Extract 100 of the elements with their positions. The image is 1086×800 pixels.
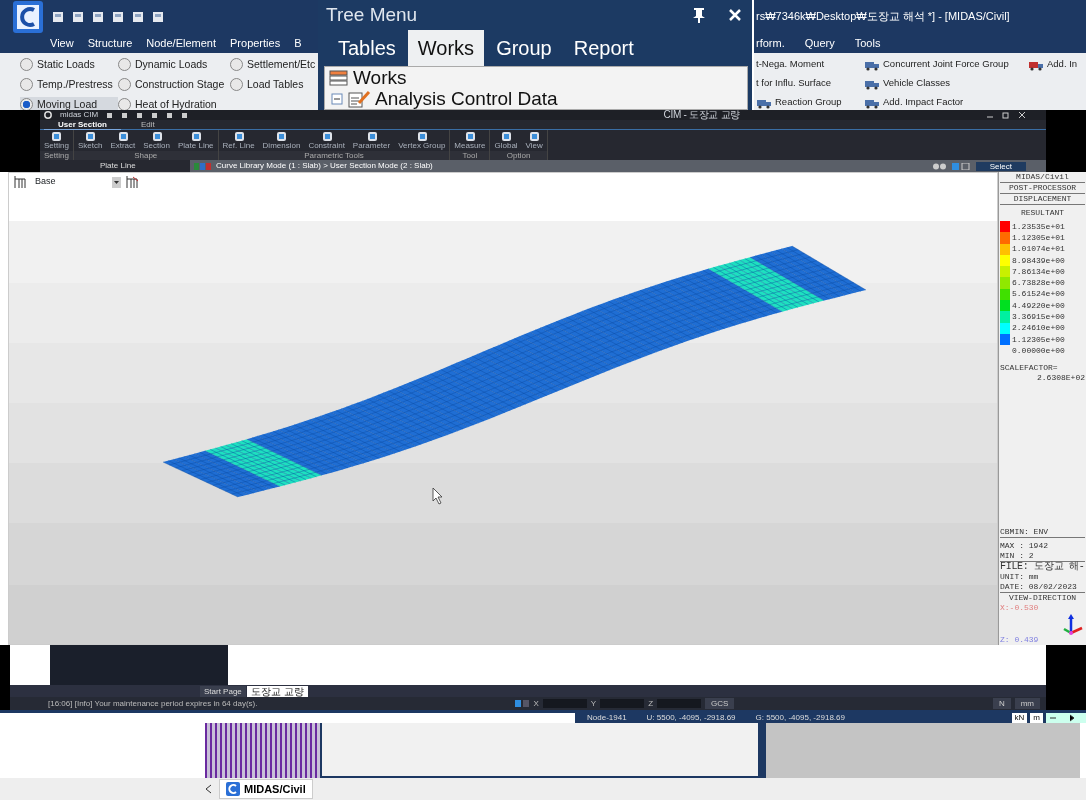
group-label: Tool bbox=[450, 151, 490, 160]
menu-item[interactable]: Tools bbox=[854, 34, 881, 52]
ribbon-button[interactable]: Setting bbox=[40, 130, 73, 151]
scroll-left-icon[interactable] bbox=[205, 784, 213, 794]
ribbon-button[interactable]: Global bbox=[490, 130, 522, 151]
document-tab[interactable]: 도장교 교량 bbox=[246, 686, 308, 697]
app-logo-icon[interactable] bbox=[44, 111, 52, 119]
tab[interactable]: Works bbox=[407, 30, 485, 66]
unit-dropdown[interactable]: kN bbox=[1011, 713, 1028, 723]
panel-title: Tree Menu bbox=[326, 2, 418, 27]
layer-icon[interactable] bbox=[13, 175, 27, 189]
menu-item[interactable]: Structure bbox=[87, 34, 133, 52]
menu-item[interactable]: B bbox=[294, 34, 302, 52]
unit-dropdown[interactable]: m bbox=[1030, 713, 1043, 723]
ribbon-button[interactable]: Dimension bbox=[258, 130, 305, 151]
local-coords: U: 5500, -4095, -2918.69 bbox=[646, 713, 736, 724]
snap-tools-icon[interactable] bbox=[1046, 713, 1086, 723]
menu-item[interactable]: View bbox=[50, 34, 74, 52]
pin-icon[interactable] bbox=[692, 7, 706, 23]
ribbon-button[interactable]: Extract bbox=[106, 130, 140, 151]
coord-system-dropdown[interactable]: GCS bbox=[705, 698, 735, 709]
layer-dropdown[interactable]: Base bbox=[31, 175, 121, 189]
tab[interactable]: Tables bbox=[328, 30, 406, 66]
tab[interactable]: Edit bbox=[126, 120, 169, 129]
tool-icon bbox=[416, 131, 427, 141]
group-label: Parametric Tools bbox=[218, 151, 450, 160]
info-line: DATE: 08/02/2023 bbox=[1000, 582, 1085, 593]
tool-label[interactable]: Concurrent Joint Force Group bbox=[883, 57, 1009, 72]
panel-title: Plate Line bbox=[99, 161, 137, 171]
legend-header: DISPLACEMENT bbox=[1000, 194, 1085, 205]
legend-value: 5.61524e+00 bbox=[1012, 289, 1065, 300]
legend-value: 1.12305e+01 bbox=[1012, 232, 1065, 243]
ribbon-button[interactable]: Parameter bbox=[348, 130, 395, 151]
force-unit-dropdown[interactable]: N bbox=[992, 698, 1011, 709]
ribbon-button[interactable]: Plate Line bbox=[173, 130, 218, 151]
coord-label: Z bbox=[648, 697, 654, 710]
legend-value: 4.49220e+00 bbox=[1012, 300, 1065, 311]
tool-label[interactable]: t for Influ. Surface bbox=[756, 76, 831, 91]
radio-button[interactable] bbox=[118, 78, 131, 92]
menu-item[interactable]: Node/Element bbox=[146, 34, 216, 52]
tab[interactable]: User Section bbox=[44, 119, 121, 130]
ribbon-button[interactable]: Constraint bbox=[304, 130, 349, 151]
scale-value: 2.6308E+02 bbox=[1036, 372, 1085, 383]
radio-button[interactable] bbox=[20, 58, 33, 72]
global-coords: G: 5500, -4095, -2918.69 bbox=[755, 713, 845, 724]
ribbon-button[interactable]: Sketch bbox=[73, 130, 107, 151]
radio-button[interactable] bbox=[230, 58, 243, 72]
legend-value: 2.24610e+00 bbox=[1012, 323, 1065, 334]
radio-button[interactable] bbox=[118, 97, 131, 110]
legend-value: 1.12305e+00 bbox=[1012, 334, 1065, 345]
tool-label[interactable]: Add. Impact Factor bbox=[883, 95, 964, 110]
close-icon[interactable] bbox=[1018, 111, 1026, 119]
tool-label[interactable]: Reaction Group bbox=[775, 95, 842, 110]
restore-icon[interactable] bbox=[1002, 111, 1010, 119]
taskbar-tab[interactable]: MIDAS/Civil bbox=[219, 778, 313, 800]
caret-icon bbox=[112, 176, 121, 188]
menu-item[interactable]: rform. bbox=[756, 34, 785, 52]
axis-value: X:-0.530 bbox=[1000, 603, 1040, 613]
ribbon-button[interactable]: View bbox=[521, 130, 547, 151]
radio-button[interactable] bbox=[118, 58, 131, 72]
radio-label: Static Loads bbox=[37, 57, 95, 72]
window-title: CIM - 도장교 교량 bbox=[663, 110, 740, 120]
length-unit-dropdown[interactable]: mm bbox=[1014, 698, 1040, 709]
info-line: MAX : 1942 bbox=[1000, 541, 1049, 551]
layer-icon[interactable] bbox=[125, 175, 139, 189]
radio-button[interactable] bbox=[230, 78, 243, 92]
view-tools-icon[interactable] bbox=[931, 162, 972, 170]
tree-item[interactable]: Works bbox=[353, 67, 407, 88]
tool-icon bbox=[85, 131, 96, 141]
tab[interactable]: Group bbox=[486, 30, 562, 66]
coord-label: Y bbox=[590, 697, 597, 710]
radio-button[interactable] bbox=[20, 97, 33, 110]
info-line: MIN : 2 bbox=[1000, 551, 1085, 562]
breadcrumb: Curve Library Mode (1 : Slab) > User Section Mode (2 : Slab) bbox=[216, 161, 433, 171]
collapse-icon[interactable] bbox=[331, 92, 343, 105]
tool-label[interactable]: Vehicle Classes bbox=[883, 76, 951, 91]
tool-label[interactable]: t-Nega. Moment bbox=[756, 57, 825, 72]
tree-item[interactable]: Analysis Control Data bbox=[375, 88, 558, 109]
app-name: midas CIM bbox=[60, 110, 99, 120]
ribbon-button[interactable]: Measure bbox=[450, 130, 490, 151]
legend-title: RESULTANT bbox=[1019, 208, 1066, 218]
tool-icon bbox=[366, 131, 377, 141]
select-button[interactable]: Select bbox=[975, 161, 1026, 171]
group-label: Setting bbox=[40, 151, 73, 160]
menu-item[interactable]: Properties bbox=[230, 34, 281, 52]
document-tab[interactable]: Start Page bbox=[200, 686, 246, 697]
menu-item[interactable]: Query bbox=[804, 34, 835, 52]
legend-value: 6.73828e+00 bbox=[1012, 278, 1065, 289]
group-label: Shape bbox=[73, 151, 218, 160]
app-logo-icon[interactable] bbox=[12, 0, 44, 34]
ribbon-button[interactable]: Ref. Line bbox=[218, 130, 259, 151]
group-label: Option bbox=[490, 151, 547, 160]
tab[interactable]: Report bbox=[563, 30, 644, 66]
radio-button[interactable] bbox=[20, 78, 33, 92]
tool-icon bbox=[51, 131, 62, 141]
tool-icon bbox=[501, 131, 512, 141]
tool-label[interactable]: Add. In bbox=[1047, 57, 1078, 72]
ribbon-button[interactable]: Section bbox=[139, 130, 174, 151]
ribbon-button[interactable]: Vertex Group bbox=[394, 130, 450, 151]
snap-icons[interactable] bbox=[515, 700, 530, 707]
